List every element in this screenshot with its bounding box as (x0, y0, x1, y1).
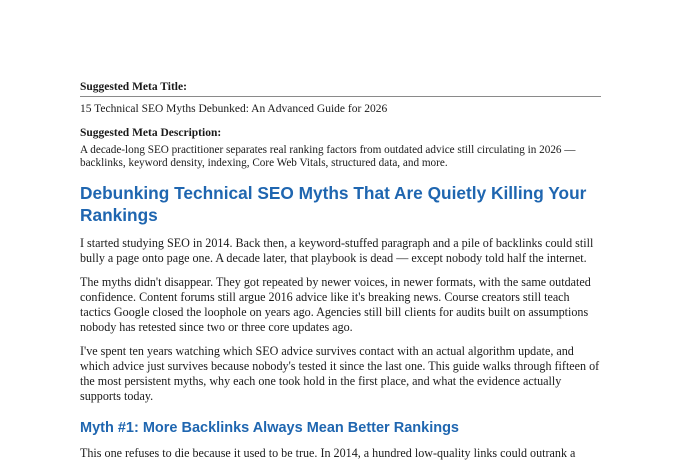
myth-1-heading: Myth #1: More Backlinks Always Mean Bett… (80, 420, 459, 436)
intro-paragraph-2: The myths didn't disappear. They got rep… (80, 275, 591, 334)
meta-title-label: Suggested Meta Title: (80, 81, 187, 93)
meta-description-label: Suggested Meta Description: (80, 127, 222, 139)
meta-title-divider (80, 96, 601, 97)
article-heading: Debunking Technical SEO Myths That Are Q… (80, 183, 587, 225)
meta-description-value: A decade-long SEO practitioner separates… (80, 144, 576, 169)
intro-paragraph-1: I started studying SEO in 2014. Back the… (80, 236, 594, 265)
meta-title-value: 15 Technical SEO Myths Debunked: An Adva… (80, 103, 388, 115)
intro-paragraph-3: I've spent ten years watching which SEO … (80, 344, 600, 403)
